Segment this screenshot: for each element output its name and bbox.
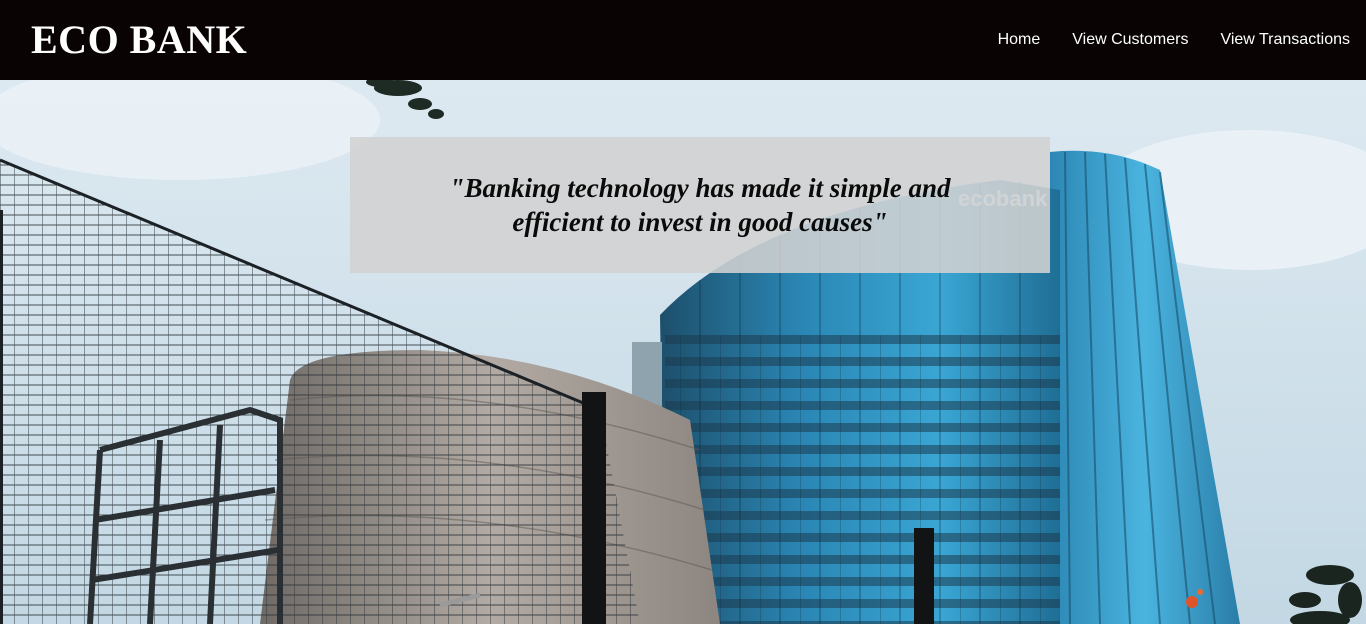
nav-link-view-customers[interactable]: View Customers [1056, 31, 1204, 49]
nav-links: Home View Customers View Transactions [982, 31, 1350, 49]
nav-link-view-transactions[interactable]: View Transactions [1204, 31, 1350, 49]
top-navbar: ECO BANK Home View Customers View Transa… [0, 0, 1366, 80]
nav-link-home[interactable]: Home [982, 31, 1057, 49]
fence-post [914, 528, 934, 624]
hero-quote: "Banking technology has made it simple a… [449, 173, 951, 237]
brand-logo[interactable]: ECO BANK [31, 20, 247, 60]
hero-banner: ecobank [0, 80, 1366, 624]
fence-post [582, 392, 606, 624]
quote-banner: "Banking technology has made it simple a… [350, 137, 1050, 273]
